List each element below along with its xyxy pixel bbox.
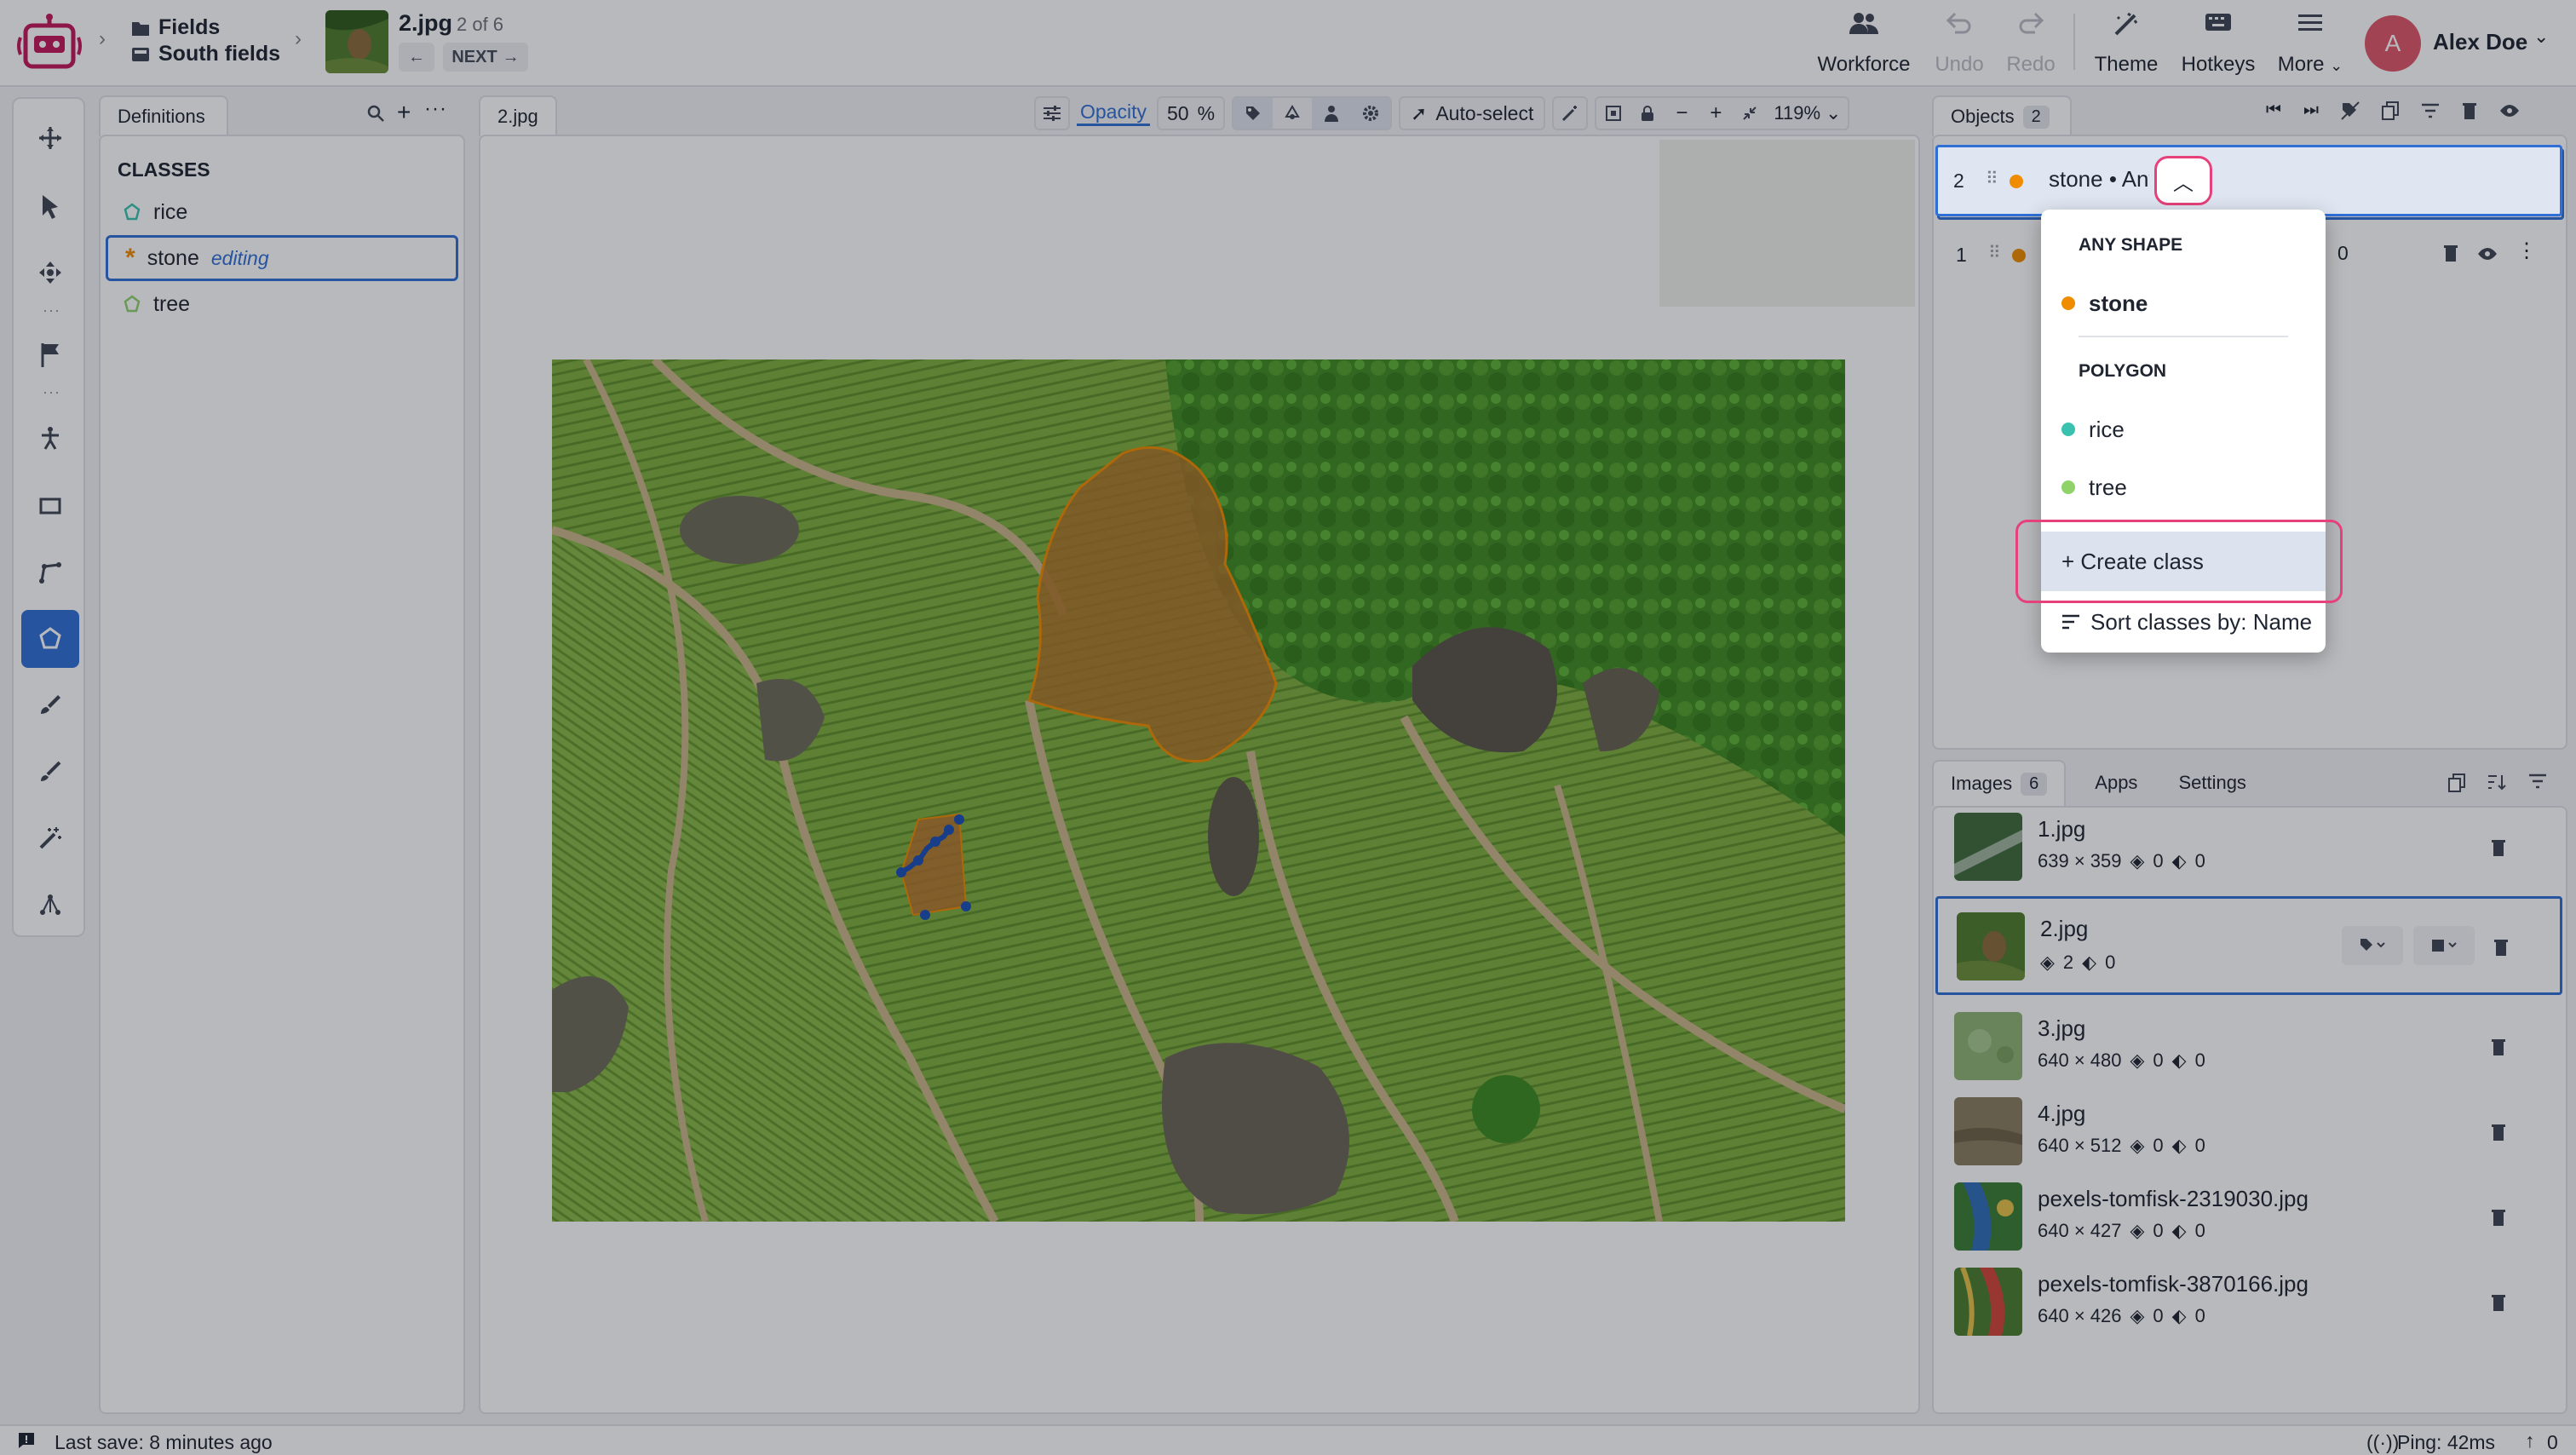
dropdown-divider [2079,336,2288,337]
class-color-dot [2010,175,2023,188]
dropdown-option-rice[interactable]: rice [2041,404,2326,455]
dropdown-section-any-shape: ANY SHAPE [2079,235,2183,255]
create-class-highlight [2015,520,2343,603]
class-color-dot [2061,480,2075,494]
sort-classes-button[interactable]: Sort classes by: Name [2041,601,2326,642]
class-color-dot [2061,296,2075,310]
dropdown-option-tree[interactable]: tree [2041,462,2326,513]
sort-lines-icon [2061,614,2080,630]
dropdown-section-polygon: POLYGON [2079,361,2167,381]
object-row-active[interactable]: 2 ⠿ stone • Any ︿ [1935,145,2562,216]
chevron-up-icon[interactable]: ︿ [2154,156,2212,205]
dropdown-option-stone[interactable]: stone [2041,278,2326,329]
object-class-selector[interactable]: stone • Any [2049,166,2149,193]
drag-handle-icon[interactable]: ⠿ [1986,168,1998,189]
class-color-dot [2061,423,2075,436]
